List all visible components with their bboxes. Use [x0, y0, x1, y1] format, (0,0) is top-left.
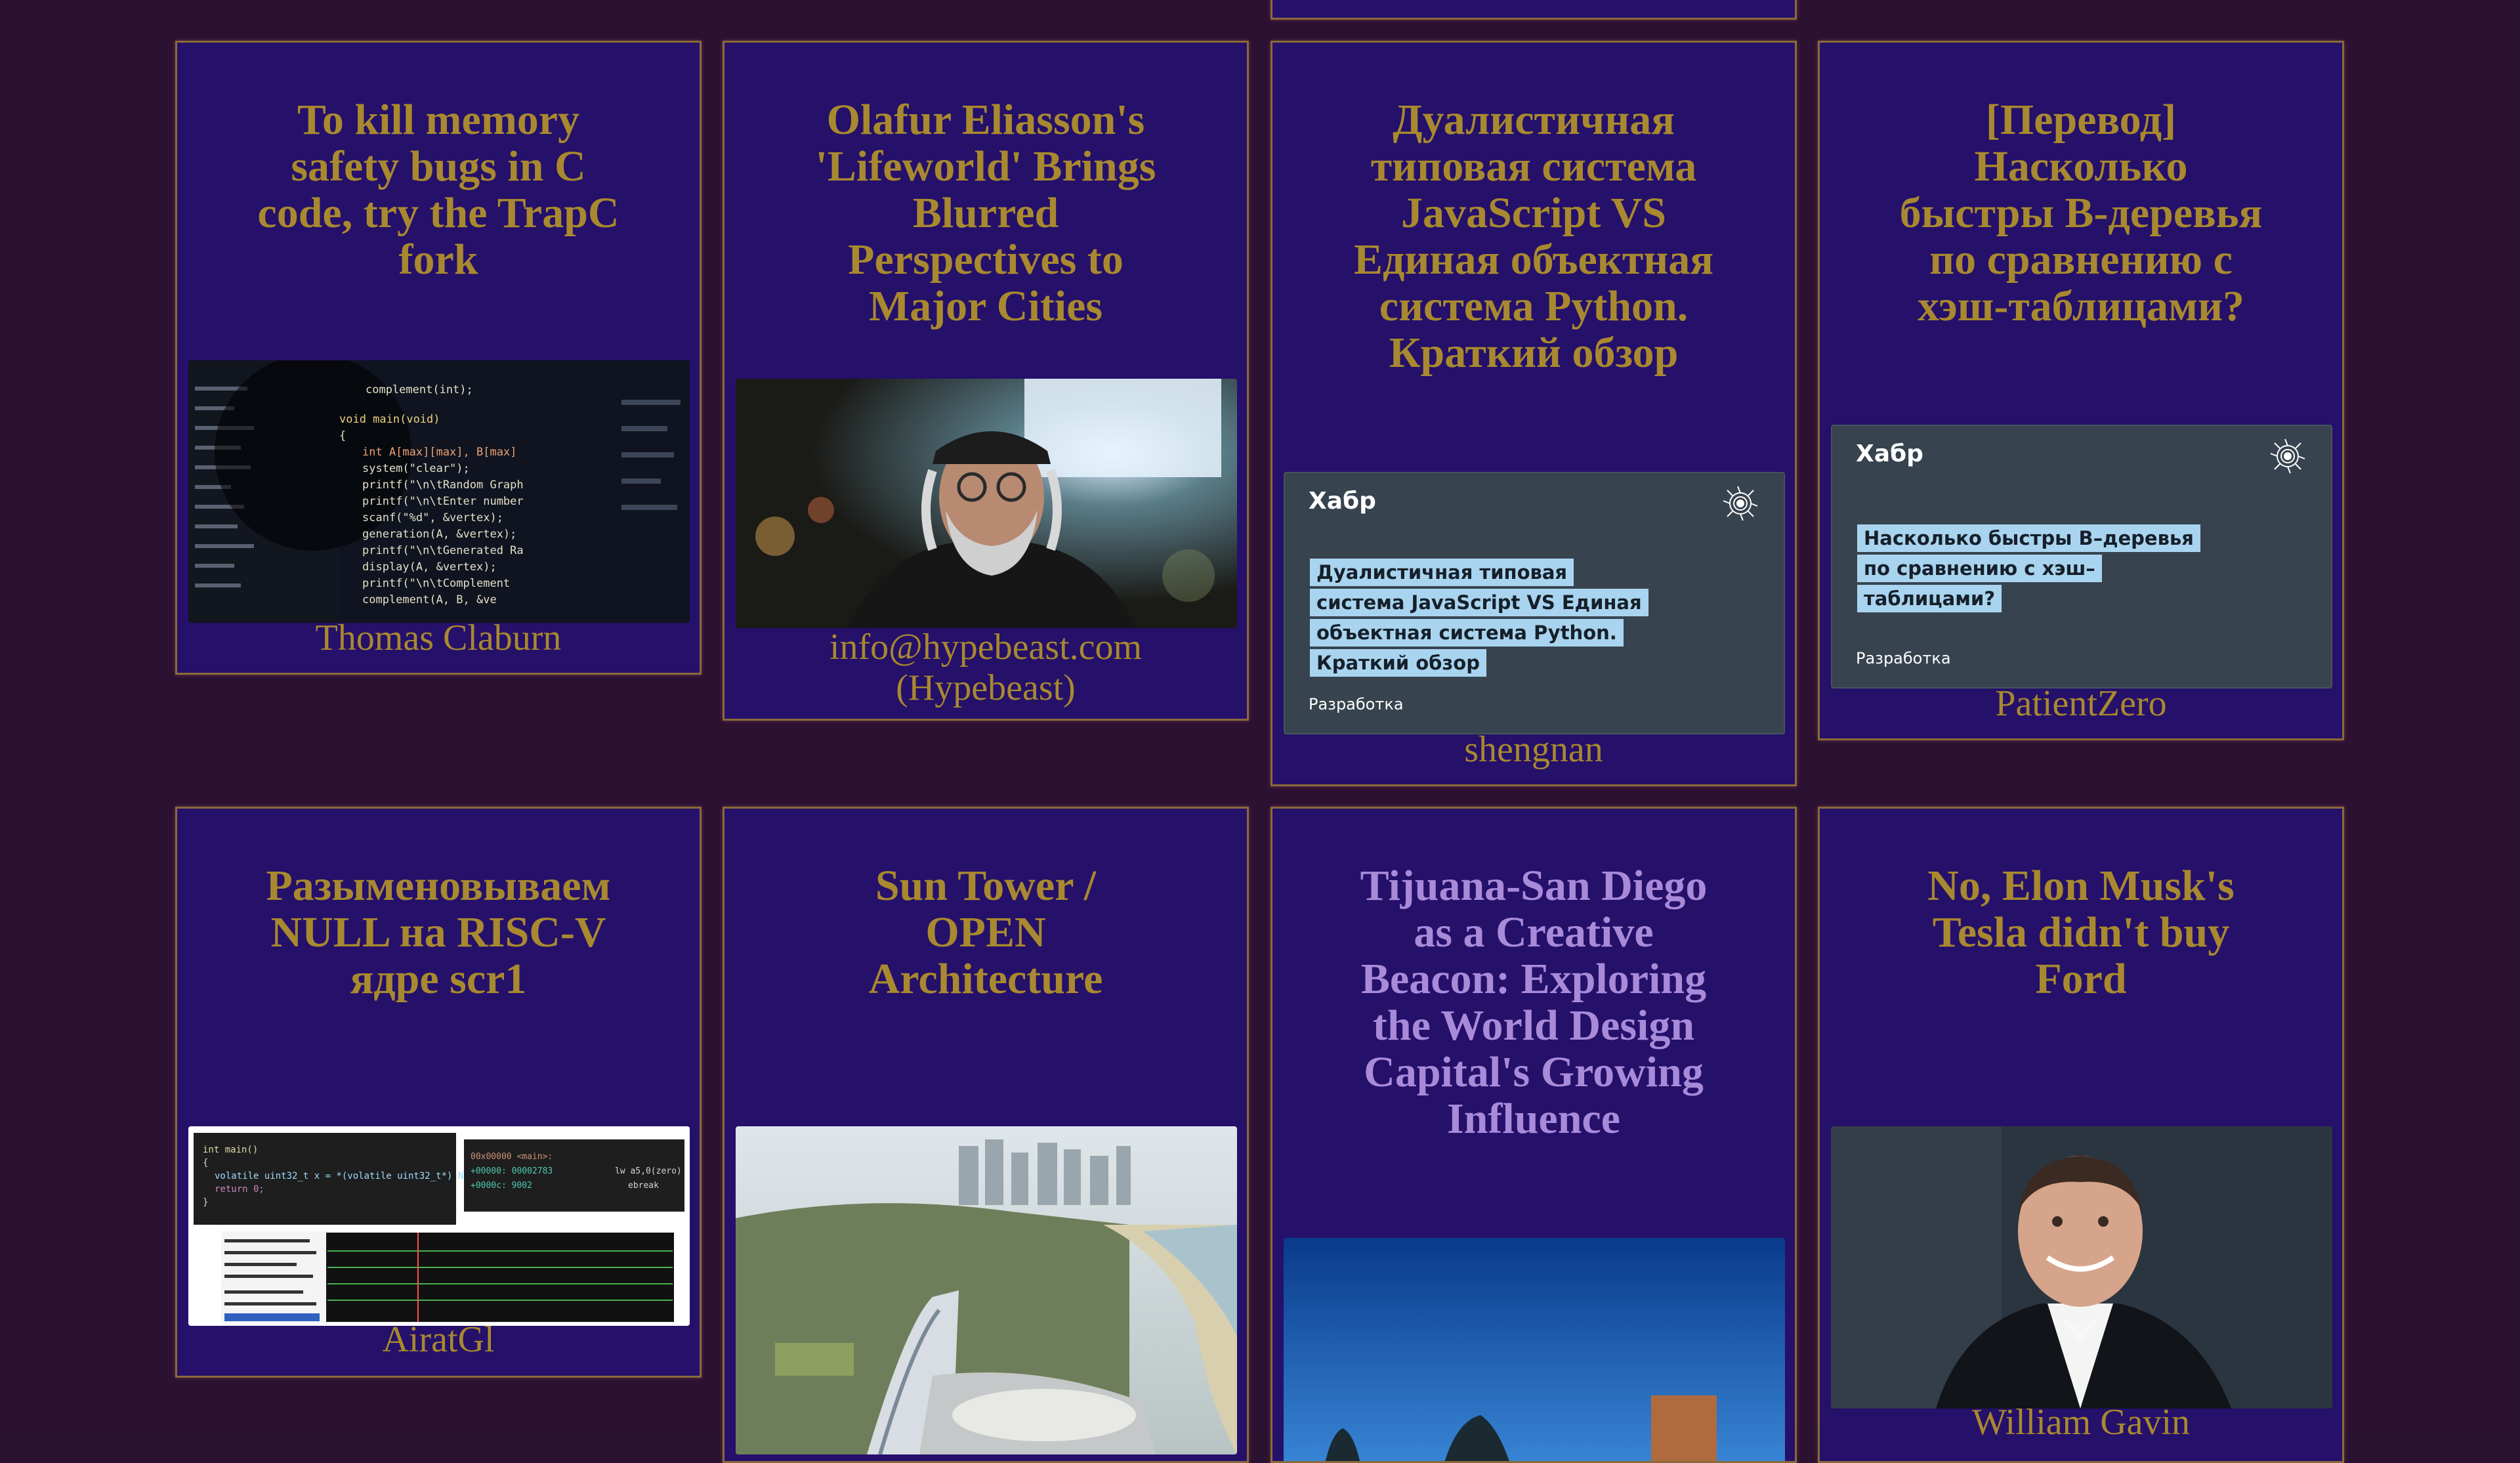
svg-text:00x00000 <main>:: 00x00000 <main>: — [471, 1152, 553, 1162]
article-card[interactable]: To kill memory safety bugs in C code, tr… — [175, 41, 702, 675]
article-author: AiratGl — [382, 1319, 495, 1360]
svg-text:return 0;: return 0; — [215, 1184, 264, 1195]
article-title[interactable]: [Перевод] Насколько быстры B-деревья по … — [1899, 96, 2263, 329]
article-title[interactable]: No, Elon Musk's Tesla didn't buy Ford — [1899, 862, 2263, 1002]
svg-text:scanf("%d", &vertex);: scanf("%d", &vertex); — [362, 511, 503, 524]
svg-text:complement(int);: complement(int); — [366, 383, 473, 396]
code-magnifier-image: complement(int); void main(void) { int A… — [188, 360, 690, 623]
article-card[interactable]: Sun Tower / OPEN Architecture — [723, 807, 1249, 1463]
article-thumbnail[interactable] — [1831, 1126, 2332, 1409]
habr-logo-icon — [1723, 486, 1758, 521]
article-author: PatientZero — [1995, 683, 2167, 724]
article-author: Thomas Claburn — [315, 618, 562, 658]
svg-text:printf("\n\tComplement: printf("\n\tComplement — [362, 577, 510, 590]
article-title[interactable]: Дуалистичная типовая система JavaScript … — [1338, 96, 1729, 376]
habr-cover-image[interactable]: Хабр Дуалистичная типовая система JavaSc… — [1284, 472, 1785, 734]
article-thumbnail[interactable]: complement(int); void main(void) { int A… — [188, 360, 690, 623]
habr-cover-image[interactable]: Хабр Насколько быстры B–деревья по сравн… — [1831, 425, 2332, 689]
svg-text:complement(A, B, &ve: complement(A, B, &ve — [362, 593, 497, 606]
article-thumbnail[interactable] — [736, 1126, 1237, 1454]
elon-musk-image — [1831, 1126, 2332, 1409]
svg-text:{: { — [339, 429, 346, 442]
article-title[interactable]: Sun Tower / OPEN Architecture — [830, 862, 1142, 1002]
svg-text:+0000c: 9002: +0000c: 9002 — [471, 1181, 532, 1191]
article-title[interactable]: Разыменовываем NULL на RISC-V ядре scr1 — [236, 862, 640, 1002]
habr-logo-icon — [2270, 438, 2305, 474]
svg-text:void main(void): void main(void) — [339, 413, 440, 426]
habr-cover-text: Дуалистичная типовая система JavaScript … — [1310, 557, 1651, 678]
svg-text:display(A, &vertex);: display(A, &vertex); — [362, 561, 497, 574]
article-thumbnail[interactable] — [1284, 1238, 1785, 1461]
article-title[interactable]: Tijuana-San Diego as a Creative Beacon: … — [1338, 862, 1729, 1142]
article-card[interactable]: Tijuana-San Diego as a Creative Beacon: … — [1270, 807, 1797, 1463]
article-thumbnail[interactable]: int main() { volatile uint32_t x = *(vol… — [188, 1126, 690, 1326]
svg-text:{: { — [203, 1158, 208, 1168]
habr-cover-text: Насколько быстры B–деревья по сравнению … — [1857, 523, 2225, 614]
article-thumbnail[interactable] — [736, 379, 1237, 628]
article-card[interactable]: Olafur Eliasson's 'Lifeworld' Brings Blu… — [723, 41, 1249, 721]
article-card[interactable]: Разыменовываем NULL на RISC-V ядре scr1 … — [175, 807, 702, 1378]
svg-text:printf("\n\tRandom Graph: printf("\n\tRandom Graph — [362, 478, 524, 492]
svg-text:volatile uint32_t x = *(volati: volatile uint32_t x = *(volatile uint32_… — [215, 1171, 486, 1181]
article-title[interactable]: Olafur Eliasson's 'Lifeworld' Brings Blu… — [797, 96, 1175, 329]
svg-text:}: } — [203, 1197, 208, 1208]
article-author: William Gavin — [1971, 1402, 2191, 1443]
svg-text:system("clear");: system("clear"); — [362, 462, 470, 475]
svg-text:printf("\n\tEnter number: printf("\n\tEnter number — [362, 495, 524, 508]
svg-text:int main(): int main() — [203, 1145, 258, 1155]
svg-text:ebreak: ebreak — [628, 1181, 659, 1191]
article-card[interactable]: Дуалистичная типовая система JavaScript … — [1270, 41, 1797, 786]
habr-brand-label: Хабр — [1309, 488, 1376, 515]
svg-text:lw a5,0(zero): lw a5,0(zero) — [615, 1166, 682, 1176]
sky-landscape-image — [1284, 1238, 1785, 1461]
tower-aerial-image — [736, 1126, 1237, 1454]
svg-text:+00000: 00002783: +00000: 00002783 — [471, 1166, 553, 1176]
partial-card-top[interactable] — [1270, 0, 1797, 20]
habr-brand-label: Хабр — [1856, 440, 1923, 467]
habr-category-label: Разработка — [1856, 649, 1951, 668]
article-title[interactable]: To kill memory safety bugs in C code, tr… — [256, 96, 621, 283]
risc-v-debugger-image: int main() { volatile uint32_t x = *(vol… — [188, 1126, 690, 1326]
svg-text:generation(A, &vertex);: generation(A, &vertex); — [362, 528, 516, 541]
article-author: shengnan — [1464, 729, 1603, 770]
svg-text:int A[max][max], B[max]: int A[max][max], B[max] — [362, 446, 516, 459]
article-card[interactable]: No, Elon Musk's Tesla didn't buy Ford Wi… — [1818, 807, 2344, 1463]
svg-text:printf("\n\tGenerated Ra: printf("\n\tGenerated Ra — [362, 544, 524, 557]
article-card[interactable]: [Перевод] Насколько быстры B-деревья по … — [1818, 41, 2344, 740]
habr-category-label: Разработка — [1309, 695, 1404, 713]
portrait-image — [736, 379, 1237, 628]
article-author: info@hypebeast.com (Hypebeast) — [829, 627, 1143, 708]
